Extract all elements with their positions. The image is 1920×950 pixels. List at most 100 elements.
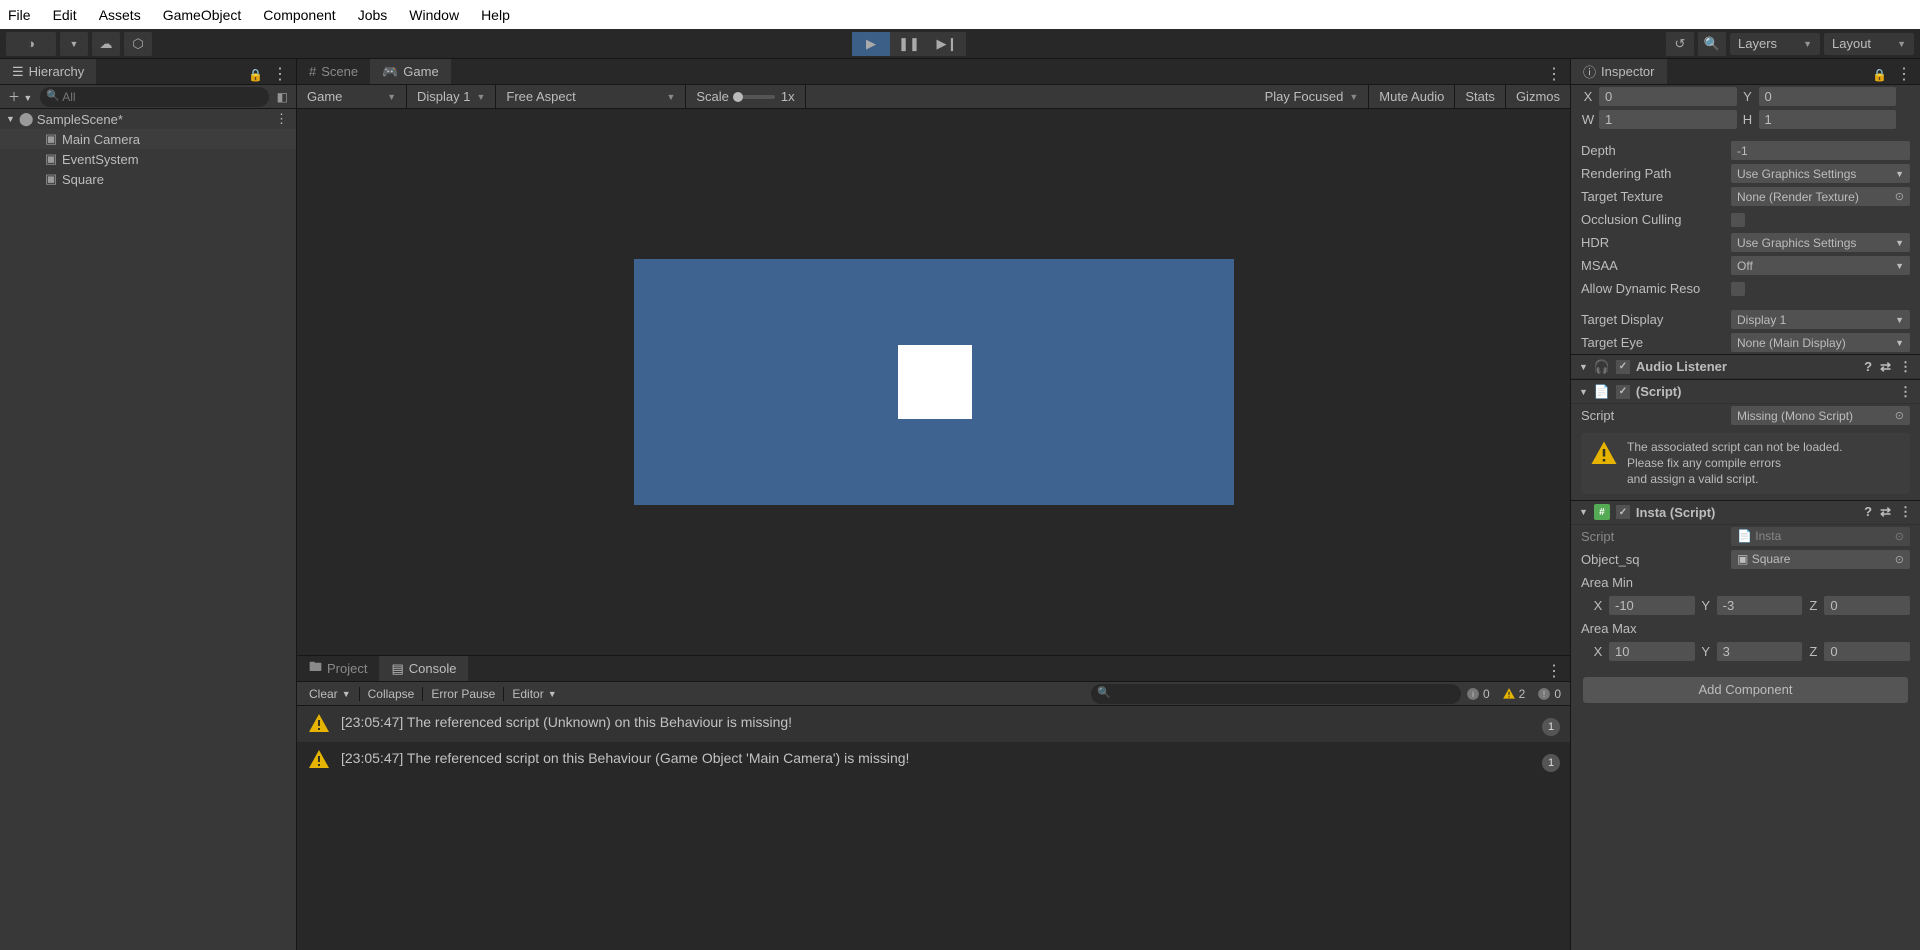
rect-x-field[interactable]: 0 (1599, 87, 1737, 106)
area-min-z[interactable]: 0 (1824, 596, 1910, 615)
hierarchy-item-eventsystem[interactable]: ▣ EventSystem (0, 149, 296, 169)
component-audio-listener[interactable]: ▼ 🎧 ✓ Audio Listener ?⇄⋮ (1571, 354, 1920, 379)
display-dropdown[interactable]: Display 1▼ (407, 85, 496, 108)
target-display-field[interactable]: Display 1▼ (1731, 310, 1910, 329)
error-pause-toggle[interactable]: Error Pause (422, 687, 503, 701)
scale-control[interactable]: Scale 1x (686, 85, 805, 108)
component-enabled-checkbox[interactable]: ✓ (1616, 385, 1630, 399)
svg-text:!: ! (1543, 689, 1545, 698)
area-min-y[interactable]: -3 (1717, 596, 1803, 615)
scene-row[interactable]: ▼ ⬤ SampleScene* ⋮ (0, 109, 296, 129)
inspector-tab[interactable]: ⓘ Inspector (1571, 59, 1667, 84)
info-count[interactable]: i 0 (1461, 687, 1495, 701)
layout-dropdown[interactable]: Layout▼ (1824, 33, 1914, 55)
component-insta-script[interactable]: ▼ # ✓ Insta (Script) ?⇄⋮ (1571, 500, 1920, 525)
tab-project[interactable]: 🖿 Project (297, 656, 379, 681)
hdr-field[interactable]: Use Graphics Settings▼ (1731, 233, 1910, 252)
play-focused-dropdown[interactable]: Play Focused▼ (1255, 85, 1370, 108)
menu-help[interactable]: Help (481, 7, 510, 23)
tab-console[interactable]: ▤ Console (379, 656, 468, 681)
package-icon[interactable]: ⬡ (124, 32, 152, 56)
area-min-x[interactable]: -10 (1609, 596, 1695, 615)
game-viewport[interactable] (297, 109, 1570, 655)
scale-slider[interactable] (735, 95, 775, 99)
warn-count[interactable]: 2 (1497, 687, 1531, 701)
pause-button[interactable]: ❚❚ (890, 32, 928, 56)
clear-button[interactable]: Clear▼ (301, 687, 359, 701)
hierarchy-item-main-camera[interactable]: ▣ Main Camera (0, 129, 296, 149)
rect-y-field[interactable]: 0 (1759, 87, 1897, 106)
panel-menu-icon[interactable]: ⋮ (272, 66, 288, 83)
object-sq-field[interactable]: ▣ Square⊙ (1731, 550, 1910, 569)
component-missing-script[interactable]: ▼ 📄 ✓ (Script) ⋮ (1571, 379, 1920, 404)
panel-menu-icon[interactable]: ⋮ (1538, 661, 1570, 681)
depth-field[interactable]: -1 (1731, 141, 1910, 160)
error-count[interactable]: ! 0 (1532, 687, 1566, 701)
console-entry[interactable]: [23:05:47] The referenced script on this… (297, 742, 1570, 778)
play-button[interactable]: ▶ (852, 32, 890, 56)
layers-dropdown[interactable]: Layers▼ (1730, 33, 1820, 55)
target-display-label: Target Display (1581, 312, 1731, 327)
mute-audio-toggle[interactable]: Mute Audio (1369, 85, 1455, 108)
cloud-icon[interactable]: ☁ (92, 32, 120, 56)
menu-assets[interactable]: Assets (99, 7, 141, 23)
rendering-path-field[interactable]: Use Graphics Settings▼ (1731, 164, 1910, 183)
game-mode-dropdown[interactable]: Game▼ (297, 85, 407, 108)
step-button[interactable]: ▶❙ (928, 32, 966, 56)
filter-icon[interactable]: ◧ (273, 90, 292, 104)
script-icon: 📄 (1737, 529, 1752, 543)
gizmos-toggle[interactable]: Gizmos (1506, 85, 1570, 108)
add-component-button[interactable]: Add Component (1583, 677, 1908, 703)
target-texture-field[interactable]: None (Render Texture)⊙ (1731, 187, 1910, 206)
menu-jobs[interactable]: Jobs (358, 7, 388, 23)
script-field[interactable]: Missing (Mono Script)⊙ (1731, 406, 1910, 425)
console-entry[interactable]: [23:05:47] The referenced script (Unknow… (297, 706, 1570, 742)
menu-window[interactable]: Window (409, 7, 459, 23)
area-max-x[interactable]: 10 (1609, 642, 1695, 661)
rect-w-field[interactable]: 1 (1599, 110, 1737, 129)
area-max-z[interactable]: 0 (1824, 642, 1910, 661)
tab-game[interactable]: 🎮 Game (370, 59, 451, 84)
rect-h-field[interactable]: 1 (1759, 110, 1897, 129)
occlusion-culling-checkbox[interactable] (1731, 213, 1745, 227)
scene-icon: # (309, 64, 316, 79)
lock-icon[interactable]: 🔒 (1872, 68, 1887, 82)
undo-history-icon[interactable]: ↺ (1666, 32, 1694, 56)
preset-icon[interactable]: ⇄ (1880, 359, 1891, 375)
menu-edit[interactable]: Edit (53, 7, 77, 23)
hierarchy-search[interactable] (40, 87, 268, 107)
panel-menu-icon[interactable]: ⋮ (1538, 64, 1570, 84)
component-enabled-checkbox[interactable]: ✓ (1616, 360, 1630, 374)
scene-menu-icon[interactable]: ⋮ (275, 111, 288, 127)
editor-dropdown[interactable]: Editor▼ (503, 687, 564, 701)
hierarchy-tab[interactable]: ☰ Hierarchy (0, 59, 96, 84)
preset-icon[interactable]: ⇄ (1880, 504, 1891, 520)
object-sq-label: Object_sq (1581, 552, 1731, 567)
tab-scene[interactable]: # Scene (297, 59, 370, 84)
panel-menu-icon[interactable]: ⋮ (1896, 66, 1912, 83)
search-icon[interactable]: 🔍 (1698, 32, 1726, 56)
account-dropdown-icon[interactable]: ▼ (60, 32, 88, 56)
collapse-toggle[interactable]: Collapse (359, 687, 423, 701)
msaa-field[interactable]: Off▼ (1731, 256, 1910, 275)
component-menu-icon[interactable]: ⋮ (1899, 384, 1912, 400)
create-dropdown[interactable]: ＋ ▼ (4, 88, 36, 105)
stats-toggle[interactable]: Stats (1455, 85, 1506, 108)
area-max-y[interactable]: 3 (1717, 642, 1803, 661)
hierarchy-item-square[interactable]: ▣ Square (0, 169, 296, 189)
allow-dynamic-reso-checkbox[interactable] (1731, 282, 1745, 296)
menu-component[interactable]: Component (263, 7, 335, 23)
console-search[interactable] (1091, 684, 1461, 704)
component-menu-icon[interactable]: ⋮ (1899, 359, 1912, 375)
component-menu-icon[interactable]: ⋮ (1899, 504, 1912, 520)
aspect-dropdown[interactable]: Free Aspect▼ (496, 85, 686, 108)
occlusion-culling-label: Occlusion Culling (1581, 212, 1731, 227)
component-enabled-checkbox[interactable]: ✓ (1616, 505, 1630, 519)
target-eye-field[interactable]: None (Main Display)▼ (1731, 333, 1910, 352)
menu-file[interactable]: File (8, 7, 31, 23)
account-icon[interactable]: ◑ (6, 32, 56, 56)
lock-icon[interactable]: 🔒 (248, 68, 263, 82)
help-icon[interactable]: ? (1864, 504, 1872, 520)
menu-gameobject[interactable]: GameObject (163, 7, 242, 23)
help-icon[interactable]: ? (1864, 359, 1872, 375)
